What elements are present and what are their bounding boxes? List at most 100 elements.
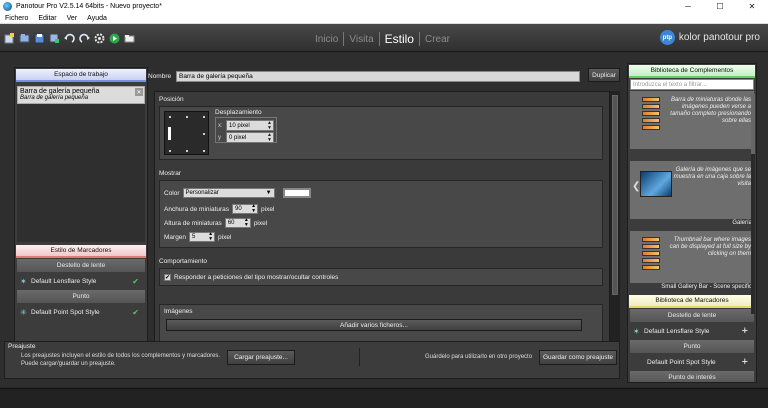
app-header: Inicio Visita Estilo Crear ptp kolor pan… (0, 24, 768, 52)
close-icon[interactable]: ✕ (135, 88, 143, 96)
lensflare-section[interactable]: Destello de lente (17, 259, 145, 272)
menu-editar[interactable]: Editar (33, 15, 61, 22)
offset-title: Desplazamiento (215, 109, 262, 116)
load-preset-button[interactable]: Cargar preajuste... (227, 350, 295, 365)
offset-y-row: y 0 pixel ▲ ▼ (218, 132, 274, 143)
margin-label: Margen (164, 233, 187, 241)
library-scrollbar[interactable] (751, 94, 755, 314)
plugin-card-description: Barra de miniaturas donde las imágenes p… (670, 97, 751, 124)
folder-icon[interactable] (123, 32, 135, 44)
show-title: Mostrar (159, 170, 182, 177)
preset-title: Preajuste (8, 343, 36, 350)
name-row: Nombre Barra de galería pequeña (148, 69, 580, 83)
plugin-card-label (630, 150, 754, 160)
undo-icon[interactable] (63, 32, 75, 44)
anchor-grid[interactable] (164, 111, 209, 155)
thumb-width-row: Anchura de miniaturas 90 ▲ ▼ pixel (164, 203, 598, 215)
duplicate-button[interactable]: Duplicar (588, 68, 620, 82)
plugin-card-thumbnail-bar[interactable]: Barra de miniaturas donde las imágenes p… (630, 91, 754, 149)
menu-ver[interactable]: Ver (62, 15, 83, 22)
respond-row: ✔ Responder a peticiones del tipo mostra… (164, 273, 598, 282)
brand-logo: ptp (659, 30, 675, 45)
properties-scrollbar[interactable] (610, 91, 620, 347)
save-preset-button[interactable]: Guardar como preajuste (539, 350, 617, 365)
settings-icon[interactable] (93, 32, 105, 44)
thumb-height-stepper[interactable]: 60 ▲ ▼ (224, 218, 251, 228)
add-icon[interactable]: + (742, 325, 748, 337)
brand: ptp kolor panotour pro (659, 30, 760, 45)
properties-scroll-area: Posición Desplazamiento x: 10 pixel ▲ ▼ … (154, 91, 610, 347)
library-lensflare-item[interactable]: ✶ Default Lensflare Style + (630, 323, 754, 339)
main-area: Espacio de trabajo Barra de galería pequ… (0, 53, 768, 387)
tab-crear[interactable]: Crear (420, 34, 455, 45)
point-style-item[interactable]: ✳ Default Point Spot Style ✔ (17, 304, 145, 320)
offset-x-stepper[interactable]: 10 pixel ▲ ▼ (226, 120, 274, 131)
brand-name: kolor panotour pro (678, 32, 760, 43)
tab-inicio[interactable]: Inicio (310, 34, 343, 45)
color-label: Color (164, 189, 180, 197)
offset-x-label: x: (218, 122, 223, 129)
scrollbar-thumb[interactable] (751, 94, 755, 154)
plugin-card-small-gallery[interactable]: Thumbnail bar where images can be displa… (630, 231, 754, 283)
workspace-list-area (17, 104, 145, 242)
library-poi-section[interactable]: Punto de interés (630, 371, 754, 382)
thumb-width-stepper[interactable]: 90 ▲ ▼ (232, 204, 259, 214)
library-point-item[interactable]: Default Point Spot Style + (630, 354, 754, 370)
offset-y-stepper[interactable]: 0 pixel ▲ ▼ (226, 132, 274, 143)
workspace-item-subtitle: Barra de galería pequeña (20, 95, 89, 101)
save-as-icon[interactable] (48, 32, 60, 44)
margin-stepper[interactable]: 5 ▲ ▼ (189, 232, 216, 242)
respond-checkbox[interactable]: ✔ (164, 274, 171, 281)
preset-bar: Preajuste Los preajustes incluyen el est… (4, 341, 620, 379)
thumb-height-unit: pixel (253, 219, 268, 227)
open-project-icon[interactable] (18, 32, 30, 44)
new-project-icon[interactable] (3, 32, 15, 44)
color-select[interactable]: Personalizar ▼ (182, 188, 275, 198)
minimize-button[interactable]: ─ (672, 0, 704, 13)
save-project-icon[interactable] (33, 32, 45, 44)
star-icon: ✶ (633, 326, 640, 336)
menu-ayuda[interactable]: Ayuda (82, 15, 112, 22)
point-section[interactable]: Punto (17, 290, 145, 303)
scrollbar-thumb[interactable] (612, 95, 618, 295)
position-box: Desplazamiento x: 10 pixel ▲ ▼ y 0 pixel ▲ ▼ (159, 106, 603, 160)
margin-unit: pixel (218, 233, 232, 241)
close-button[interactable]: ✕ (736, 0, 768, 13)
maximize-button[interactable]: ☐ (704, 0, 736, 13)
plugin-card-label: Small Gallery Bar - Scene specific (630, 284, 754, 294)
filter-input[interactable]: Introduzca el texto a filtrar... (630, 79, 754, 90)
plugin-card-gallery[interactable]: ❮ Galería de imágenes que se muestra en … (630, 161, 754, 219)
offset-x-row: x: 10 pixel ▲ ▼ (218, 120, 274, 131)
library-lensflare-section[interactable]: Destello de lente (630, 309, 754, 322)
color-swatch[interactable] (282, 188, 311, 198)
libraries-panel: Biblioteca de Complementos Introduzca el… (627, 63, 757, 383)
check-icon: ✔ (132, 307, 139, 317)
thumbnails-icon (642, 237, 660, 272)
redo-icon[interactable] (78, 32, 90, 44)
preset-description: Los preajustes incluyen el estilo de tod… (21, 353, 221, 367)
offset-group: Desplazamiento x: 10 pixel ▲ ▼ y 0 pixel ▲ ▼ (215, 109, 277, 143)
lensflare-style-item[interactable]: ✶ Default Lensflare Style ✔ (17, 273, 145, 289)
divider (359, 348, 360, 366)
name-field[interactable]: Barra de galería pequeña (176, 70, 580, 82)
thumbnails-icon (642, 97, 660, 132)
tab-visita[interactable]: Visita (344, 34, 378, 45)
workspace-item[interactable]: Barra de galería pequeña Barra de galerí… (17, 86, 145, 104)
style-editor: Nombre Barra de galería pequeña Duplicar… (148, 67, 622, 347)
main-tabs: Inicio Visita Estilo Crear (310, 28, 455, 50)
tab-estilo[interactable]: Estilo (380, 32, 419, 46)
workspace-item-title: Barra de galería pequeña (20, 88, 100, 95)
offset-box: x: 10 pixel ▲ ▼ y 0 pixel ▲ ▼ (215, 117, 277, 143)
add-files-button[interactable]: Añadir varios ficheros... (166, 319, 582, 331)
add-icon[interactable]: + (742, 356, 748, 368)
library-point-section[interactable]: Punto (630, 340, 754, 353)
build-play-icon[interactable] (108, 32, 120, 44)
behavior-section: Comportamiento ✔ Responder a peticiones … (159, 258, 603, 286)
status-bar (0, 388, 768, 408)
menu-fichero[interactable]: Fichero (0, 15, 33, 22)
thumb-width-label: Anchura de miniaturas (164, 205, 230, 213)
thumb-width-unit: pixel (261, 205, 275, 213)
show-section: Mostrar Color Personalizar ▼ Anchura de m… (159, 170, 603, 248)
markers-style-header: Estilo de Marcadores (16, 245, 146, 258)
point-style-label: Default Point Spot Style (31, 308, 100, 316)
